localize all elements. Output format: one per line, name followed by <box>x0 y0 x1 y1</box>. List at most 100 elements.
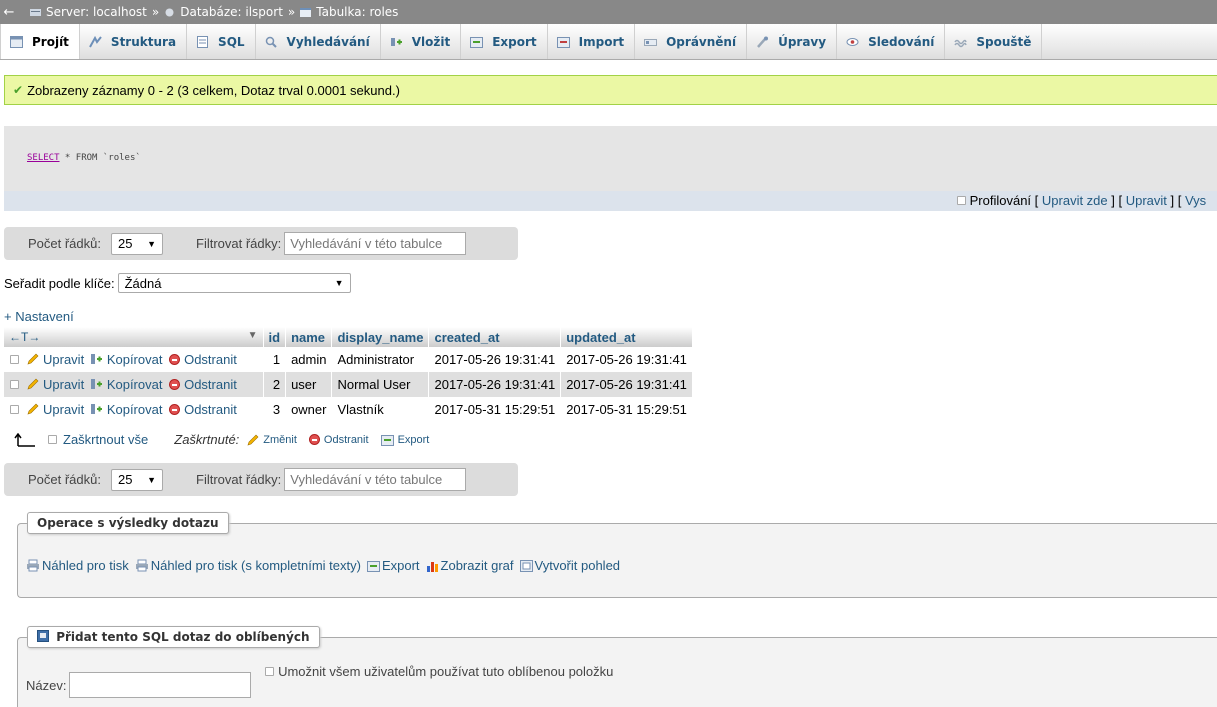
tab-search[interactable]: Vyhledávání <box>256 24 381 59</box>
edit-row-link[interactable]: Upravit <box>43 402 84 417</box>
copy-row-link[interactable]: Kopírovat <box>107 377 163 392</box>
row-actions: Upravit Kopírovat Odstranit <box>4 372 264 397</box>
bookmark-share-checkbox[interactable] <box>265 667 275 676</box>
edit-query-link[interactable]: Upravit <box>1126 193 1167 208</box>
create-view-link[interactable]: Vytvořit pohled <box>519 558 620 573</box>
cell-created-at[interactable]: 2017-05-31 15:29:51 <box>428 397 562 422</box>
tab-structure[interactable]: Struktura <box>80 24 188 59</box>
copy-row-link[interactable]: Kopírovat <box>107 352 163 367</box>
cell-updated-at[interactable]: 2017-05-26 19:31:41 <box>560 347 693 372</box>
breadcrumb-table[interactable]: Tabulka: roles <box>316 5 398 19</box>
cell-created-at[interactable]: 2017-05-26 19:31:41 <box>428 347 562 372</box>
bracket: [ <box>1031 193 1042 208</box>
tab-sql[interactable]: SQL <box>187 24 256 59</box>
cell-updated-at[interactable]: 2017-05-31 15:29:51 <box>560 397 693 422</box>
filter-rows-input[interactable]: Vyhledávání v této tabulce <box>284 468 467 491</box>
table-row[interactable]: Upravit Kopírovat Odstranit 3 owner Vlastní… <box>4 397 693 422</box>
column-header-name[interactable]: name <box>285 327 333 347</box>
table-row[interactable]: Upravit Kopírovat Odstranit 2 user Normal U… <box>4 372 693 397</box>
triggers-icon <box>954 39 968 47</box>
bookmark-share-option: Umožnit všem uživatelům používat tuto ob… <box>265 664 613 679</box>
breadcrumb-separator: » <box>151 5 160 19</box>
filter-rows-input[interactable]: Vyhledávání v této tabulce <box>284 232 467 255</box>
bookmark-form: Název: Umožnit všem uživatelům používat … <box>26 664 613 698</box>
bookmark-name-input[interactable] <box>69 672 252 698</box>
copy-row-link[interactable]: Kopírovat <box>107 402 163 417</box>
tab-label: Sledování <box>868 34 935 49</box>
sql-keyword-select[interactable]: SELECT <box>27 153 60 163</box>
operations-icon <box>757 36 769 48</box>
bulk-change-button[interactable]: Změnit <box>263 434 297 446</box>
cell-id[interactable]: 1 <box>263 347 287 372</box>
tab-insert[interactable]: Vložit <box>381 24 462 59</box>
export-link[interactable]: Export <box>366 558 420 573</box>
tab-triggers[interactable]: Spouště <box>945 24 1043 59</box>
bulk-export-button[interactable]: Export <box>398 434 430 446</box>
cell-id[interactable]: 3 <box>263 397 287 422</box>
rows-count-select[interactable]: 25 ▼ <box>111 232 163 255</box>
export-icon <box>380 434 394 446</box>
database-icon <box>165 8 174 16</box>
tab-label: Import <box>578 34 625 49</box>
column-header-created-at[interactable]: created_at <box>428 327 562 347</box>
cell-created-at[interactable]: 2017-05-26 19:31:41 <box>428 372 562 397</box>
cell-name[interactable]: owner <box>285 397 333 422</box>
tracking-icon <box>846 37 859 46</box>
edit-row-link[interactable]: Upravit <box>43 377 84 392</box>
row-checkbox[interactable] <box>10 405 19 414</box>
tab-label: Vložit <box>411 34 451 49</box>
explain-link[interactable]: Vys <box>1185 193 1206 208</box>
server-icon <box>30 8 41 16</box>
column-options-icon[interactable]: ▼ <box>248 330 258 341</box>
rows-count-label: Počet řádků: <box>28 236 101 251</box>
back-arrow-icon[interactable]: ← <box>0 5 18 20</box>
delete-row-link[interactable]: Odstranit <box>184 377 237 392</box>
print-view-link[interactable]: Náhled pro tisk <box>26 558 129 573</box>
cell-updated-at[interactable]: 2017-05-26 19:31:41 <box>560 372 693 397</box>
bookmark-icon <box>37 630 49 642</box>
rows-count-value: 25 <box>118 472 133 487</box>
bulk-delete-button[interactable]: Odstranit <box>324 434 369 446</box>
column-move-arrows[interactable]: ←T→ <box>9 330 40 344</box>
breadcrumb-bar: ← Server: localhost » Databáze: ilsport … <box>0 0 1217 24</box>
settings-link[interactable]: + Nastavení <box>4 309 74 324</box>
tab-bar: Projít Struktura SQL Vyhledávání Vložit … <box>0 24 1217 60</box>
cell-display-name[interactable]: Administrator <box>331 347 430 372</box>
tab-privileges[interactable]: Oprávnění <box>635 24 748 59</box>
delete-row-link[interactable]: Odstranit <box>184 352 237 367</box>
cell-name[interactable]: admin <box>285 347 333 372</box>
tab-import[interactable]: Import <box>548 24 636 59</box>
privileges-icon <box>644 38 658 46</box>
copy-icon <box>90 404 102 414</box>
table-row[interactable]: Upravit Kopírovat Odstranit 1 admin Adminis… <box>4 347 693 372</box>
cell-name[interactable]: user <box>285 372 333 397</box>
breadcrumb-server[interactable]: Server: localhost <box>46 5 147 19</box>
tab-tracking[interactable]: Sledování <box>837 24 946 59</box>
column-header-display-name[interactable]: display_name <box>331 327 430 347</box>
edit-inline-link[interactable]: Upravit zde <box>1042 193 1108 208</box>
profiling-checkbox[interactable] <box>957 196 966 205</box>
sort-key-select[interactable]: Žádná ▼ <box>117 273 351 293</box>
rows-count-select[interactable]: 25 ▼ <box>111 468 163 491</box>
sql-query: SELECT * FROM `roles` <box>27 153 141 163</box>
display-chart-link[interactable]: Zobrazit graf <box>426 558 514 573</box>
bookmark-name-label: Název: <box>26 678 67 693</box>
delete-icon <box>169 354 181 365</box>
breadcrumb-database[interactable]: Databáze: ilsport <box>180 5 283 19</box>
row-checkbox[interactable] <box>10 355 19 364</box>
print-view-full-link[interactable]: Náhled pro tisk (s kompletními texty) <box>135 558 361 573</box>
edit-row-link[interactable]: Upravit <box>43 352 84 367</box>
cell-display-name[interactable]: Normal User <box>331 372 430 397</box>
select-all-checkbox[interactable] <box>48 435 57 444</box>
delete-row-link[interactable]: Odstranit <box>184 402 237 417</box>
cell-id[interactable]: 2 <box>263 372 287 397</box>
column-header-id[interactable]: id <box>263 327 287 347</box>
column-header-updated-at[interactable]: updated_at <box>560 327 693 347</box>
cell-display-name[interactable]: Vlastník <box>331 397 430 422</box>
tab-export[interactable]: Export <box>461 24 548 59</box>
tab-label: Úpravy <box>778 34 827 49</box>
tab-operations[interactable]: Úpravy <box>747 24 838 59</box>
tab-browse[interactable]: Projít <box>0 24 80 59</box>
row-checkbox[interactable] <box>10 380 19 389</box>
select-all-link[interactable]: Zaškrtnout vše <box>63 432 148 447</box>
